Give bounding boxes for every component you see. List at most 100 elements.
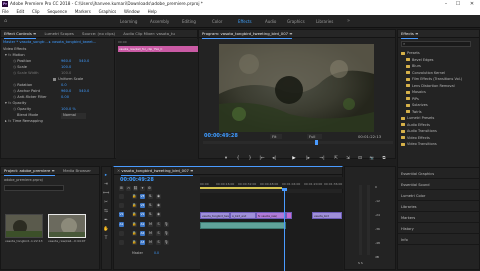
tab-source[interactable]: Source: (no clips): [82, 30, 115, 38]
meter-solo-buttons[interactable]: S S: [358, 261, 363, 265]
pen-tool-icon[interactable]: ✒: [103, 218, 109, 224]
mute-button[interactable]: M: [148, 240, 153, 245]
solo-button[interactable]: S: [156, 222, 161, 227]
effects-panel-title[interactable]: Effects ≡: [401, 30, 419, 39]
extract-button[interactable]: ⇲: [344, 155, 352, 162]
panel-history[interactable]: History: [398, 224, 480, 234]
export-frame-button[interactable]: 📷: [368, 155, 376, 162]
master-volume-value[interactable]: 0.0: [154, 251, 159, 255]
safe-margins-button[interactable]: ⊡: [356, 155, 364, 162]
time-remapping-row[interactable]: ▸ fx Time Remapping: [1, 119, 114, 125]
mute-button[interactable]: M: [148, 222, 153, 227]
maximize-button[interactable]: ☐: [452, 0, 464, 8]
program-video-frame[interactable]: [219, 44, 374, 132]
source-patch-v1[interactable]: V1: [119, 212, 124, 217]
blend-mode-select[interactable]: Normal: [61, 113, 87, 119]
tab-lumetri-scopes[interactable]: Lumetri Scopes: [44, 30, 73, 38]
tab-effect-controls[interactable]: Effect Controls ≡: [4, 30, 37, 39]
sync-lock-icon[interactable]: ⇅: [148, 203, 153, 208]
scale-width-value[interactable]: 100.0: [61, 71, 71, 77]
project-item-thumbnail[interactable]: [5, 214, 43, 238]
eye-icon[interactable]: ◉: [156, 212, 161, 217]
solo-button[interactable]: S: [156, 231, 161, 236]
workspace-libraries[interactable]: Libraries: [316, 19, 333, 24]
step-back-button[interactable]: ◂|: [270, 155, 278, 162]
mark-out-button[interactable]: }: [246, 155, 254, 162]
video-clip[interactable]: vasota_bird: [312, 212, 342, 219]
motion-row[interactable]: ▾ fx Motion: [1, 53, 114, 59]
opacity-group-row[interactable]: ▾ fx Opacity: [1, 101, 114, 107]
video-clip[interactable]: vasota_tongbird_tweeting: [200, 212, 230, 219]
tab-sequence[interactable]: vasota_tongbird_tweeting_bird_007 ≡: [121, 167, 194, 176]
timeline-playhead[interactable]: [284, 189, 285, 271]
mute-button[interactable]: M: [148, 231, 153, 236]
work-area-bar[interactable]: [200, 187, 282, 189]
step-forward-button[interactable]: |▸: [304, 155, 312, 162]
eye-icon[interactable]: ◉: [156, 194, 161, 199]
menu-markers[interactable]: Markers: [75, 9, 91, 14]
microphone-icon[interactable]: 🎙: [164, 240, 169, 245]
sync-lock-icon[interactable]: ⇅: [148, 194, 153, 199]
source-patch-v2[interactable]: [119, 203, 124, 208]
go-to-out-button[interactable]: →|: [318, 155, 326, 162]
selection-tool-icon[interactable]: ▸: [103, 173, 109, 179]
lock-icon[interactable]: 🔒: [132, 222, 137, 227]
lock-icon[interactable]: 🔒: [132, 194, 137, 199]
comparison-view-button[interactable]: ⧉: [380, 155, 388, 162]
timeline-ruler[interactable]: 00:00 00:00:16:00 00:00:32:00 00:00:48:0…: [200, 177, 343, 189]
workspace-color[interactable]: Color: [212, 19, 222, 24]
menu-graphics[interactable]: Graphics: [99, 9, 117, 14]
opacity-value[interactable]: 100.0 %: [61, 107, 76, 113]
track-select-tool-icon[interactable]: ⇥: [103, 182, 109, 188]
source-patch-a2[interactable]: [119, 231, 124, 236]
expand-arrow-icon[interactable]: ▾: [5, 53, 7, 57]
panel-essential-graphics[interactable]: Essential Graphics: [398, 169, 480, 179]
workspace-editing[interactable]: Editing: [182, 19, 196, 24]
project-item-thumbnail[interactable]: [48, 214, 86, 238]
panel-info[interactable]: Info: [398, 235, 480, 245]
snap-icon[interactable]: ∩: [126, 186, 131, 191]
panel-lumetri-color[interactable]: Lumetri Color: [398, 191, 480, 201]
program-scrubber[interactable]: [203, 140, 393, 145]
microphone-icon[interactable]: 🎙: [164, 222, 169, 227]
playhead-handle[interactable]: [282, 188, 287, 191]
more-workspaces-icon[interactable]: »: [347, 18, 350, 24]
fit-select[interactable]: Fit: [270, 134, 283, 139]
workspace-assembly[interactable]: Assembly: [150, 19, 169, 24]
expand-arrow-icon[interactable]: ▾: [5, 101, 7, 105]
video-clip[interactable]: A_bird_and: [230, 212, 256, 219]
source-patch-a3[interactable]: [119, 240, 124, 245]
uniform-scale-checkbox[interactable]: [53, 77, 56, 81]
slip-tool-icon[interactable]: ⇆: [103, 209, 109, 215]
lift-button[interactable]: ⇱: [332, 155, 340, 162]
anchor-x-value[interactable]: 960.0: [61, 89, 71, 95]
source-patch-v3[interactable]: [119, 194, 124, 199]
menu-edit[interactable]: Edit: [16, 9, 24, 14]
track-label-a1[interactable]: A1: [140, 222, 145, 227]
lock-icon[interactable]: 🔒: [132, 212, 137, 217]
go-to-in-button[interactable]: |←: [258, 155, 266, 162]
eye-icon[interactable]: ◉: [156, 203, 161, 208]
panel-essential-sound[interactable]: Essential Sound: [398, 180, 480, 190]
solo-button[interactable]: S: [156, 240, 161, 245]
tab-audio-clip-mixer[interactable]: Audio Clip Mixer: vasota_tu: [123, 30, 175, 38]
workspace-graphics[interactable]: Graphics: [287, 19, 305, 24]
position-x-value[interactable]: 960.0: [61, 59, 71, 65]
track-label-a3[interactable]: A3: [140, 240, 145, 245]
workspace-effects[interactable]: Effects: [238, 19, 252, 24]
video-clip[interactable]: fx vasota_raw/: [256, 212, 286, 219]
lock-icon[interactable]: 🔒: [132, 231, 137, 236]
mark-in-button[interactable]: {: [234, 155, 242, 162]
hand-tool-icon[interactable]: ✋: [103, 227, 109, 233]
menu-file[interactable]: File: [2, 9, 9, 14]
lock-icon[interactable]: 🔒: [132, 240, 137, 245]
close-button[interactable]: ✕: [466, 0, 478, 8]
microphone-icon[interactable]: 🎙: [164, 231, 169, 236]
project-search-input[interactable]: [4, 185, 64, 191]
menu-window[interactable]: Window: [124, 9, 140, 14]
track-label-v1[interactable]: V1: [140, 212, 145, 217]
linked-selection-icon[interactable]: ⛓: [133, 186, 138, 191]
track-label-a2[interactable]: A2: [140, 231, 145, 236]
antiflicker-value[interactable]: 0.00: [61, 95, 69, 101]
source-patch-a1[interactable]: A1: [119, 222, 124, 227]
